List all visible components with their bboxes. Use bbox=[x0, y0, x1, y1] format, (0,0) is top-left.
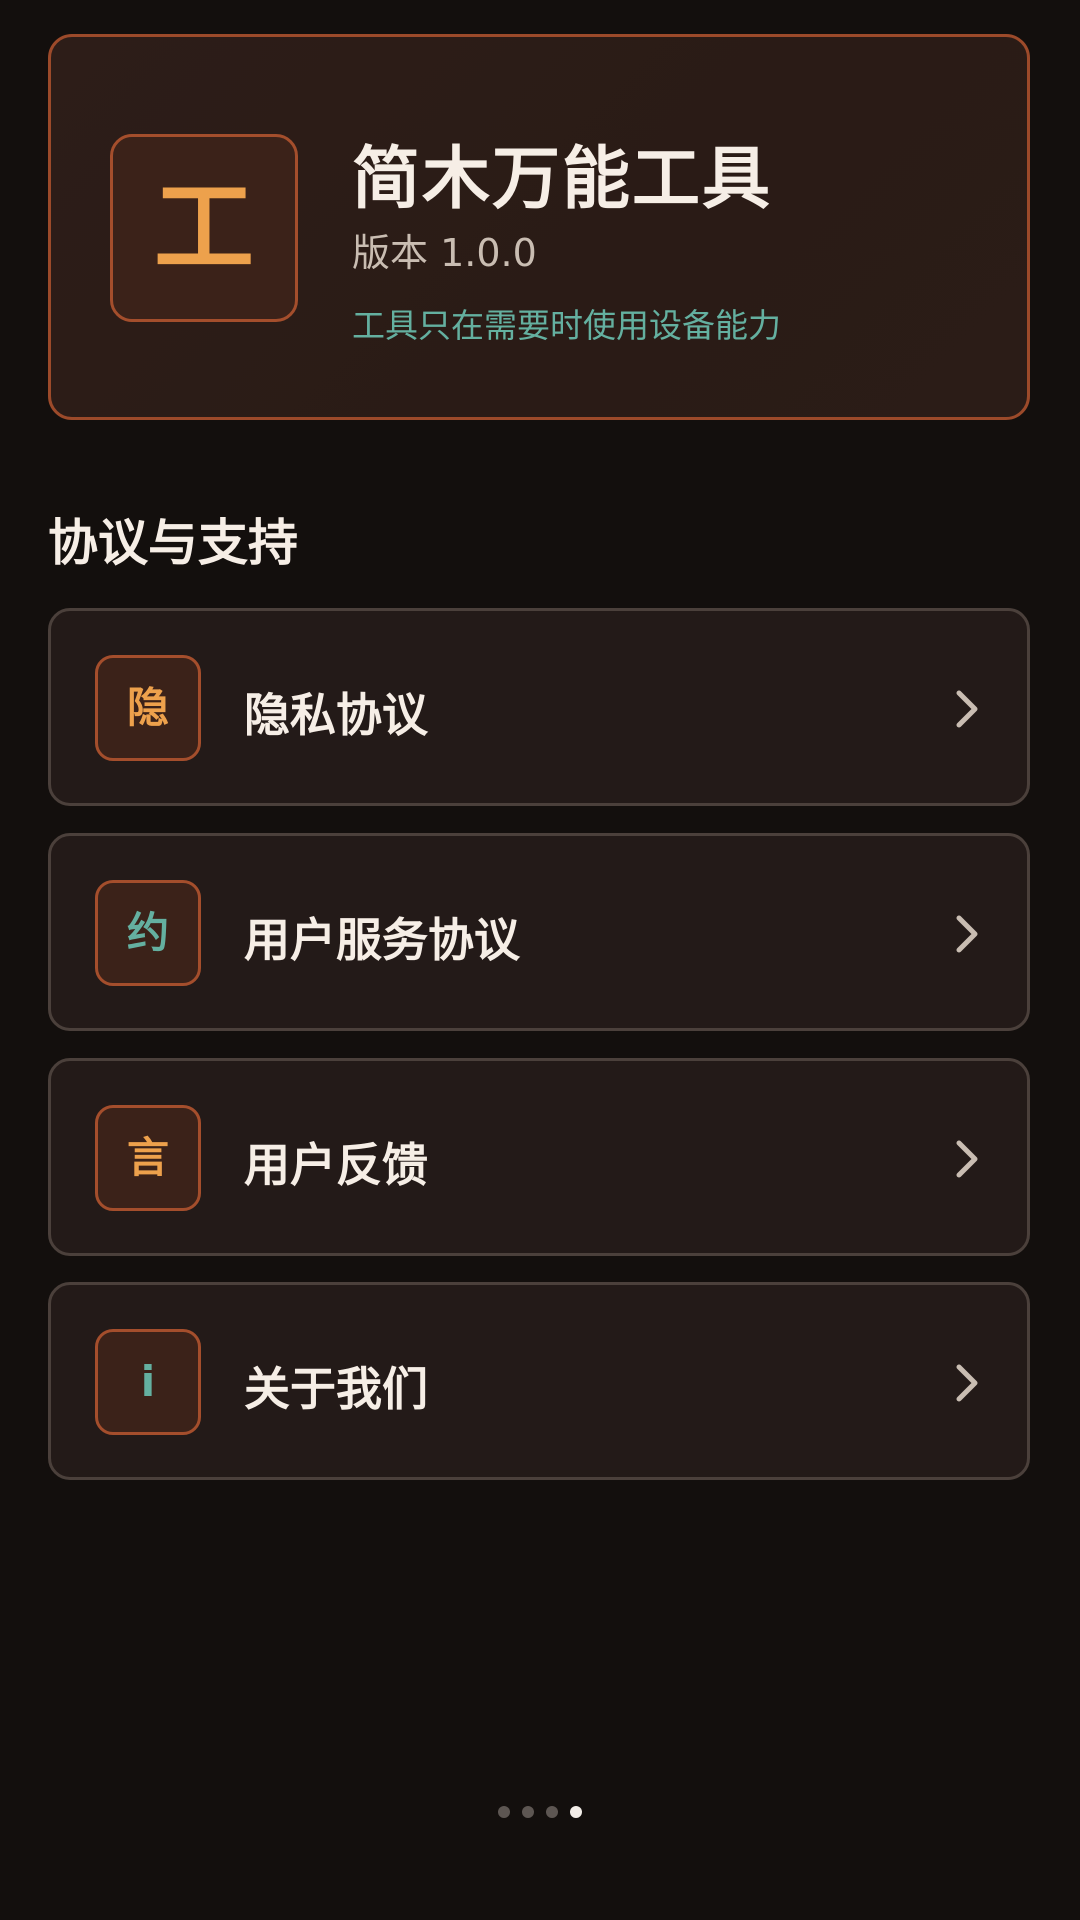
app-title: 简木万能工具 bbox=[352, 140, 773, 219]
menu-item-label: 用户反馈 bbox=[244, 1138, 428, 1192]
chevron-right-icon bbox=[956, 1140, 978, 1178]
chevron-right-icon bbox=[956, 690, 978, 728]
app-tagline: 工具只在需要时使用设备能力 bbox=[352, 306, 781, 345]
app-logo-icon: 工 bbox=[110, 134, 298, 322]
page-dot-2[interactable] bbox=[522, 1806, 534, 1818]
section-title: 协议与支持 bbox=[48, 514, 298, 572]
menu-item-label: 隐私协议 bbox=[244, 688, 428, 742]
chevron-right-icon bbox=[956, 915, 978, 953]
app-info-card: 工 简木万能工具 版本 1.0.0 工具只在需要时使用设备能力 bbox=[48, 34, 1030, 420]
menu-item-feedback[interactable]: 言 用户反馈 bbox=[48, 1058, 1030, 1256]
menu-item-about-us[interactable]: i 关于我们 bbox=[48, 1282, 1030, 1480]
page-dot-4-active[interactable] bbox=[570, 1806, 582, 1818]
page-indicator bbox=[0, 1806, 1080, 1818]
agreement-icon: 约 bbox=[95, 880, 201, 986]
info-icon: i bbox=[95, 1329, 201, 1435]
menu-item-label: 用户服务协议 bbox=[244, 913, 520, 967]
menu-item-label: 关于我们 bbox=[244, 1362, 428, 1416]
menu-item-user-agreement[interactable]: 约 用户服务协议 bbox=[48, 833, 1030, 1031]
menu-item-privacy-policy[interactable]: 隐 隐私协议 bbox=[48, 608, 1030, 806]
privacy-icon: 隐 bbox=[95, 655, 201, 761]
app-version: 版本 1.0.0 bbox=[352, 231, 537, 275]
feedback-icon: 言 bbox=[95, 1105, 201, 1211]
page-dot-1[interactable] bbox=[498, 1806, 510, 1818]
chevron-right-icon bbox=[956, 1364, 978, 1402]
page-dot-3[interactable] bbox=[546, 1806, 558, 1818]
